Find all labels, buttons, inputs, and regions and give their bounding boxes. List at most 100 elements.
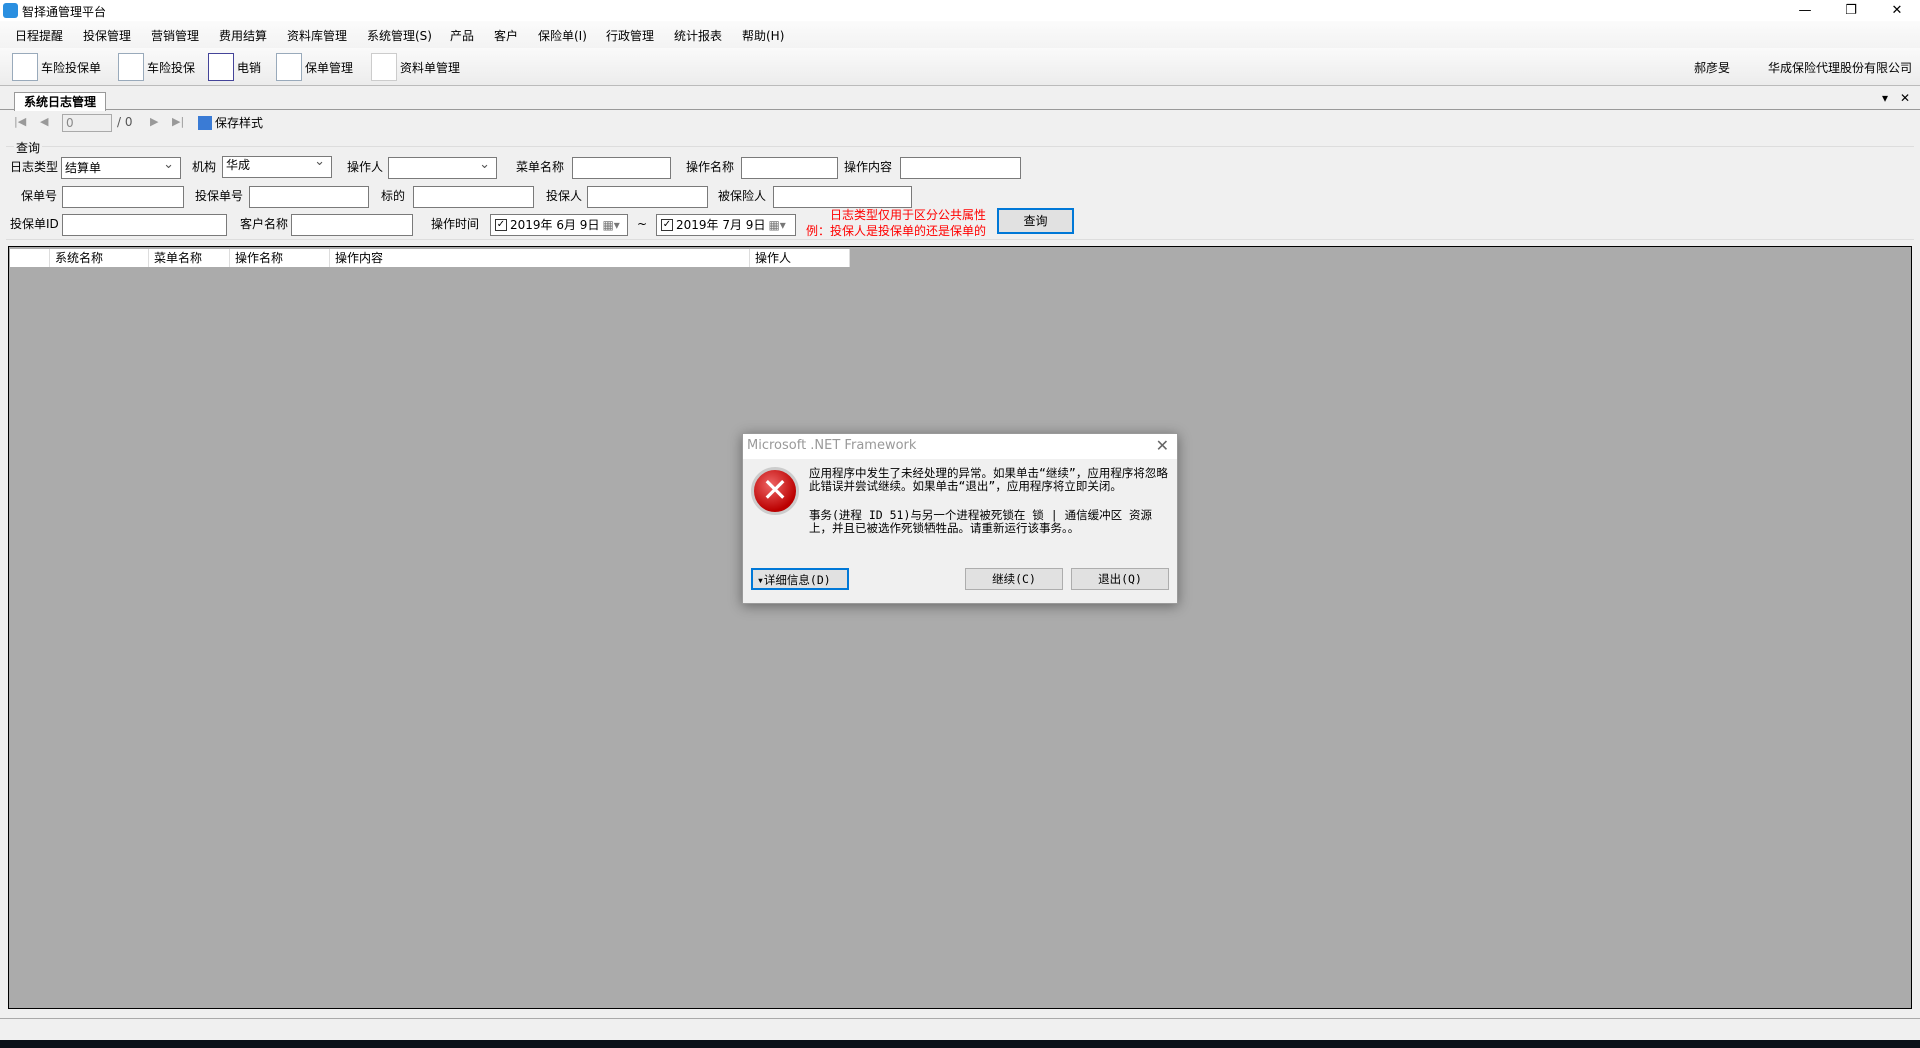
menu-product[interactable]: 产品 bbox=[450, 27, 474, 44]
menu-system[interactable]: 系统管理(S) bbox=[367, 27, 432, 44]
window-title: 智择通管理平台 bbox=[22, 5, 107, 19]
insured-input[interactable] bbox=[773, 186, 912, 208]
dialog-title-bar: Microsoft .NET Framework ✕ bbox=[743, 434, 1177, 459]
save-style-button[interactable]: 保存样式 bbox=[198, 114, 263, 131]
log-grid[interactable]: 系统名称 菜单名称 操作名称 操作内容 操作人 bbox=[8, 246, 1912, 1009]
column-header-menu[interactable]: 菜单名称 bbox=[149, 249, 230, 267]
toolbar-label: 资料单管理 bbox=[400, 60, 461, 75]
menu-policy[interactable]: 保险单(I) bbox=[538, 27, 587, 44]
menu-library[interactable]: 资料库管理 bbox=[287, 27, 347, 44]
title-bar: 智择通管理平台 — ❐ ✕ bbox=[0, 0, 1920, 21]
status-bar bbox=[0, 1018, 1920, 1040]
minimize-button[interactable]: — bbox=[1782, 0, 1828, 21]
op-content-label: 操作内容 bbox=[844, 160, 893, 174]
next-page-button[interactable]: ▶ bbox=[150, 115, 158, 128]
picture-icon bbox=[198, 115, 212, 130]
column-header-operator[interactable]: 操作人 bbox=[750, 249, 850, 267]
checklist-icon bbox=[276, 53, 302, 81]
telesales-button[interactable]: 电销 bbox=[208, 52, 261, 82]
company-name: 华成保险代理股份有限公司 bbox=[1768, 61, 1913, 75]
column-header-system[interactable]: 系统名称 bbox=[50, 249, 149, 267]
prev-page-button[interactable]: ◀ bbox=[40, 115, 48, 128]
op-content-input[interactable] bbox=[900, 157, 1021, 179]
toolbar-label: 保单管理 bbox=[305, 60, 354, 75]
toolbar-label: 车险投保单 bbox=[41, 60, 102, 75]
error-icon: ✕ bbox=[751, 467, 799, 515]
car-insure-button[interactable]: 车险投保 bbox=[118, 52, 195, 82]
op-name-input[interactable] bbox=[741, 157, 838, 179]
toolbar: 车险投保单 车险投保 电销 保单管理 资料单管理 郝彦旻 华成保险代理股份有限公… bbox=[0, 48, 1920, 86]
spreadsheet-icon bbox=[12, 53, 38, 81]
continue-button[interactable]: 继续(C) bbox=[965, 568, 1063, 590]
first-page-button[interactable]: |◀ bbox=[14, 115, 26, 128]
tab-list-dropdown[interactable]: ▾ bbox=[1882, 91, 1888, 105]
quit-button[interactable]: 退出(Q) bbox=[1071, 568, 1169, 590]
op-name-label: 操作名称 bbox=[686, 160, 735, 174]
applicant-label: 投保人 bbox=[546, 189, 583, 203]
menu-customer[interactable]: 客户 bbox=[494, 27, 518, 44]
tab-system-log[interactable]: 系统日志管理 bbox=[14, 92, 106, 111]
org-select[interactable]: 华成 bbox=[222, 154, 332, 178]
menu-marketing[interactable]: 营销管理 bbox=[151, 27, 199, 44]
dialog-exception-message: 事务(进程 ID 51)与另一个进程被死锁在 锁 | 通信缓冲区 资源上，并且已… bbox=[809, 508, 1153, 535]
op-time-label: 操作时间 bbox=[431, 217, 480, 231]
restore-button[interactable]: ❐ bbox=[1828, 0, 1874, 21]
query-group-label: 查询 bbox=[14, 139, 43, 156]
last-page-button[interactable]: ▶| bbox=[172, 115, 184, 128]
blank-page-icon bbox=[371, 53, 397, 81]
page-input[interactable]: 0 bbox=[62, 114, 112, 132]
calendar-icon[interactable]: ▦▾ bbox=[768, 215, 785, 235]
close-button[interactable]: ✕ bbox=[1874, 0, 1920, 21]
date-to-checkbox[interactable]: ✓ bbox=[661, 219, 673, 231]
details-button[interactable]: ▾详细信息(D) bbox=[751, 568, 849, 590]
log-type-select[interactable]: 结算单 bbox=[61, 155, 181, 179]
app-id-input[interactable] bbox=[62, 214, 227, 236]
customer-input[interactable] bbox=[291, 214, 413, 236]
dialog-title: Microsoft .NET Framework bbox=[747, 438, 917, 453]
menu-fees[interactable]: 费用结算 bbox=[219, 27, 267, 44]
policy-no-input[interactable] bbox=[62, 186, 184, 208]
taskbar bbox=[0, 1040, 1920, 1048]
app-no-input[interactable] bbox=[249, 186, 369, 208]
applicant-input[interactable] bbox=[587, 186, 708, 208]
operator-label: 操作人 bbox=[347, 160, 384, 174]
toolbar-label: 车险投保 bbox=[147, 60, 196, 75]
car-application-form-button[interactable]: 车险投保单 bbox=[12, 52, 101, 82]
column-header-op-content[interactable]: 操作内容 bbox=[330, 249, 750, 267]
tab-close-button[interactable]: ✕ bbox=[1900, 91, 1910, 105]
menu-help[interactable]: 帮助(H) bbox=[742, 27, 784, 44]
document-management-button[interactable]: 资料单管理 bbox=[371, 52, 460, 82]
date-from-picker[interactable]: ✓ 2019年 6月 9日 ▦▾ bbox=[490, 214, 628, 236]
org-label: 机构 bbox=[192, 160, 217, 174]
document-edit-icon bbox=[118, 53, 144, 81]
date-to-value: 2019年 7月 9日 bbox=[676, 218, 766, 232]
dialog-message: 应用程序中发生了未经处理的异常。如果单击“继续”，应用程序将忽略此错误并尝试继续… bbox=[809, 466, 1168, 493]
date-to-picker[interactable]: ✓ 2019年 7月 9日 ▦▾ bbox=[656, 214, 796, 236]
calendar-icon[interactable]: ▦▾ bbox=[602, 215, 619, 235]
toolbar-label: 电销 bbox=[237, 60, 262, 75]
operator-select[interactable] bbox=[388, 155, 497, 179]
menu-name-input[interactable] bbox=[572, 157, 671, 179]
menu-name-label: 菜单名称 bbox=[516, 160, 565, 174]
column-header-op-name[interactable]: 操作名称 bbox=[230, 249, 330, 267]
contact-card-icon bbox=[208, 53, 234, 81]
hint-line-2: 例：投保人是投保单的还是保单的 bbox=[805, 224, 986, 238]
user-name: 郝彦旻 bbox=[1694, 61, 1731, 75]
menu-insure[interactable]: 投保管理 bbox=[83, 27, 131, 44]
app-icon bbox=[3, 3, 18, 18]
policy-management-button[interactable]: 保单管理 bbox=[276, 52, 353, 82]
menu-admin[interactable]: 行政管理 bbox=[606, 27, 654, 44]
dialog-close-button[interactable]: ✕ bbox=[1156, 436, 1169, 455]
subject-input[interactable] bbox=[413, 186, 534, 208]
date-separator: ~ bbox=[637, 217, 648, 231]
tab-strip: 系统日志管理 ▾ ✕ bbox=[0, 88, 1920, 111]
search-button[interactable]: 查询 bbox=[997, 208, 1074, 234]
date-from-value: 2019年 6月 9日 bbox=[510, 218, 600, 232]
insured-label: 被保险人 bbox=[718, 189, 767, 203]
navigation-bar: |◀ ◀ 0 / 0 ▶ ▶| 保存样式 bbox=[0, 111, 1920, 135]
subject-label: 标的 bbox=[381, 189, 406, 203]
date-from-checkbox[interactable]: ✓ bbox=[495, 219, 507, 231]
menu-schedule[interactable]: 日程提醒 bbox=[15, 27, 63, 44]
menu-reports[interactable]: 统计报表 bbox=[674, 27, 722, 44]
app-id-label: 投保单ID bbox=[10, 217, 59, 231]
